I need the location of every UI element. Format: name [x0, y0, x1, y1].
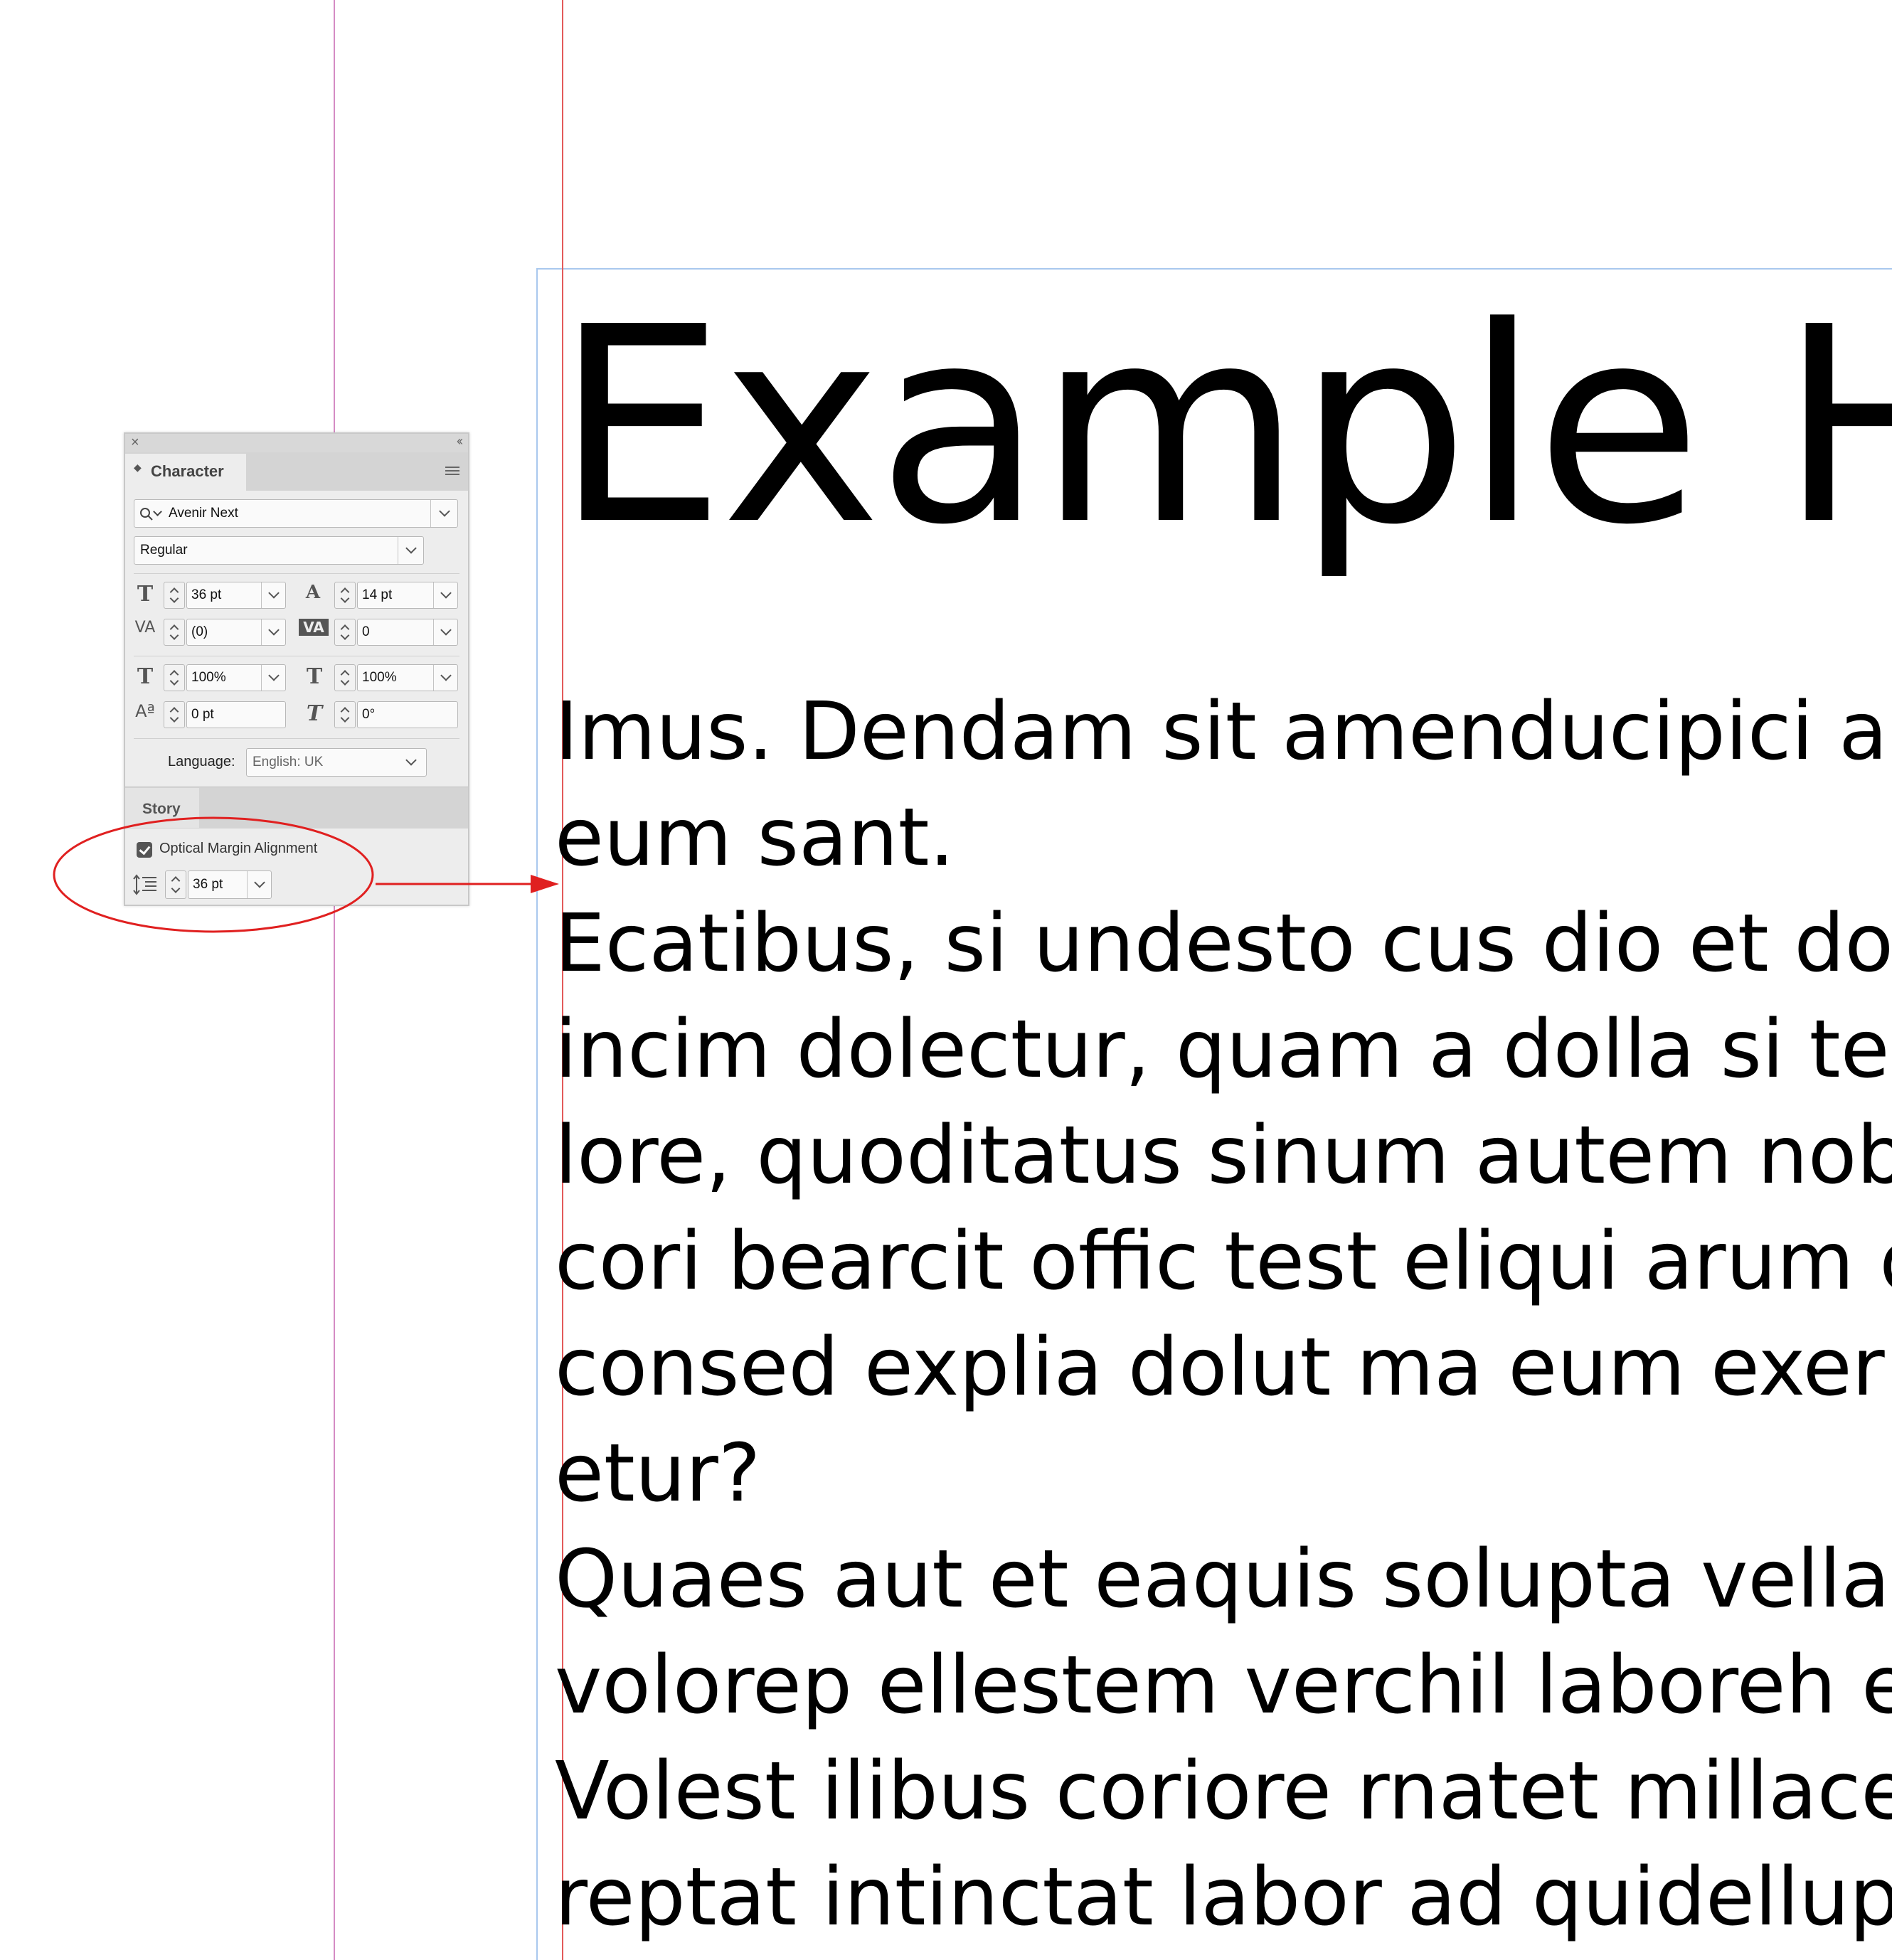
font-size-field[interactable]: 36 pt [186, 582, 286, 609]
chevron-down-icon [440, 587, 452, 599]
horizontal-scale-field[interactable]: 100% [357, 664, 458, 691]
kerning-dropdown-button[interactable] [261, 619, 285, 645]
font-style-field[interactable]: Regular [134, 536, 424, 565]
font-family-value: Avenir Next [169, 506, 238, 521]
language-label: Language: [168, 754, 235, 769]
skew-value: 0° [362, 707, 376, 722]
chevron-down-icon [267, 670, 280, 681]
vertical-scale-field[interactable]: 100% [186, 664, 286, 691]
font-size-dropdown-button[interactable] [261, 582, 285, 608]
example-heading[interactable]: Example H [555, 292, 1892, 562]
text-frame-left-edge [536, 268, 538, 1960]
search-icon [140, 508, 153, 521]
chevron-down-icon [267, 624, 280, 636]
horizontal-scale-stepper[interactable] [334, 664, 356, 691]
vertical-scale-dropdown-button[interactable] [261, 665, 285, 691]
body-line[interactable]: reptat intinctat labor ad quidellupie [555, 1845, 1892, 1951]
language-dropdown[interactable]: English: UK [246, 748, 427, 777]
tracking-value: 0 [362, 624, 370, 639]
language-value: English: UK [253, 755, 324, 769]
tab-story-label: Story [142, 801, 181, 817]
horizontal-scale-icon: T [306, 664, 323, 689]
panel-titlebar[interactable] [125, 434, 468, 452]
body-line[interactable]: Volest ilibus coriore rnatet millacest [555, 1739, 1892, 1845]
close-icon[interactable]: × [131, 435, 139, 451]
body-line[interactable]: Quaes aut et eaquis solupta vellam, [555, 1527, 1892, 1633]
chevron-updown-icon: ◆ [134, 462, 142, 473]
font-family-dropdown-button[interactable] [430, 500, 457, 527]
vertical-scale-value: 100% [191, 670, 226, 685]
leading-dropdown-button[interactable] [433, 582, 457, 608]
body-line[interactable]: incim dolectur, quam a dolla si tes a [555, 997, 1892, 1103]
tracking-stepper[interactable] [334, 619, 356, 646]
leading-value: 14 pt [362, 587, 393, 602]
page-edge-guide [334, 0, 335, 1960]
optical-margin-size-dropdown-button[interactable] [247, 871, 271, 898]
optical-margin-size-value: 36 pt [193, 877, 223, 892]
kerning-stepper[interactable] [164, 619, 185, 646]
chevron-down-icon [440, 624, 452, 636]
text-story[interactable]: Example H Imus. Dendam sit amenducipici … [555, 0, 1892, 1960]
horizontal-scale-value: 100% [362, 670, 397, 685]
tracking-field[interactable]: 0 [357, 619, 458, 646]
body-paragraphs[interactable]: Imus. Dendam sit amenducipici aut eum sa… [555, 679, 1892, 1951]
leading-stepper[interactable] [334, 582, 356, 609]
chevron-down-icon [405, 755, 417, 766]
chevron-down-icon [438, 506, 450, 517]
baseline-shift-icon: Aª [135, 701, 155, 721]
body-line[interactable]: lore, quoditatus sinum autem nobita [555, 1103, 1892, 1209]
tracking-dropdown-button[interactable] [433, 619, 457, 645]
font-size-value: 36 pt [191, 587, 222, 602]
baseline-shift-stepper[interactable] [164, 701, 185, 728]
body-line[interactable]: Imus. Dendam sit amenducipici aut [555, 679, 1892, 785]
optical-margin-label: Optical Margin Alignment [159, 841, 318, 856]
body-line[interactable]: eum sant. [555, 785, 1892, 891]
baseline-shift-value: 0 pt [191, 707, 214, 722]
chevron-down-icon [440, 670, 452, 681]
chevron-down-icon [153, 507, 162, 516]
chevron-down-icon [405, 543, 417, 554]
leading-icon: A [305, 582, 321, 603]
chevron-down-icon [253, 877, 265, 888]
skew-field[interactable]: 0° [357, 701, 458, 728]
font-size-stepper[interactable] [164, 582, 185, 609]
horizontal-scale-dropdown-button[interactable] [433, 665, 457, 691]
body-line[interactable]: Ecatibus, si undesto cus dio et dolu [555, 891, 1892, 997]
tracking-icon: VA [299, 619, 329, 636]
chevron-down-icon [267, 587, 280, 599]
leading-field[interactable]: 14 pt [357, 582, 458, 609]
kerning-field[interactable]: (0) [186, 619, 286, 646]
optical-margin-size-field[interactable]: 36 pt [188, 870, 272, 899]
font-style-dropdown-button[interactable] [398, 537, 423, 564]
panel-divider [134, 738, 459, 739]
font-size-icon: T [137, 582, 154, 607]
font-family-field[interactable]: Avenir Next [134, 499, 458, 528]
vertical-scale-icon: T [137, 664, 154, 689]
panel-menu-icon[interactable] [445, 467, 459, 476]
font-style-value: Regular [140, 543, 188, 558]
body-line[interactable]: volorep ellestem verchil laboreh en [555, 1633, 1892, 1739]
skew-icon: T [306, 701, 323, 726]
kerning-icon: VA [134, 619, 156, 637]
baseline-shift-field[interactable]: 0 pt [186, 701, 286, 728]
optical-margin-size-icon [133, 874, 156, 895]
kerning-value: (0) [191, 624, 208, 639]
tab-character-label: Character [151, 462, 224, 480]
body-line[interactable]: etur? [555, 1421, 1892, 1527]
vertical-scale-stepper[interactable] [164, 664, 185, 691]
character-panel: × ‹‹ ◆ Character Avenir Next Regular T 3… [124, 432, 469, 906]
body-line[interactable]: cori bearcit offic test eliqui arum do [555, 1209, 1892, 1315]
collapse-icon[interactable]: ‹‹ [457, 434, 463, 449]
body-line[interactable]: consed explia dolut ma eum exerib [555, 1315, 1892, 1421]
panel-divider [134, 573, 459, 574]
optical-margin-size-stepper[interactable] [165, 870, 186, 899]
skew-stepper[interactable] [334, 701, 356, 728]
optical-margin-checkbox[interactable] [137, 842, 152, 858]
